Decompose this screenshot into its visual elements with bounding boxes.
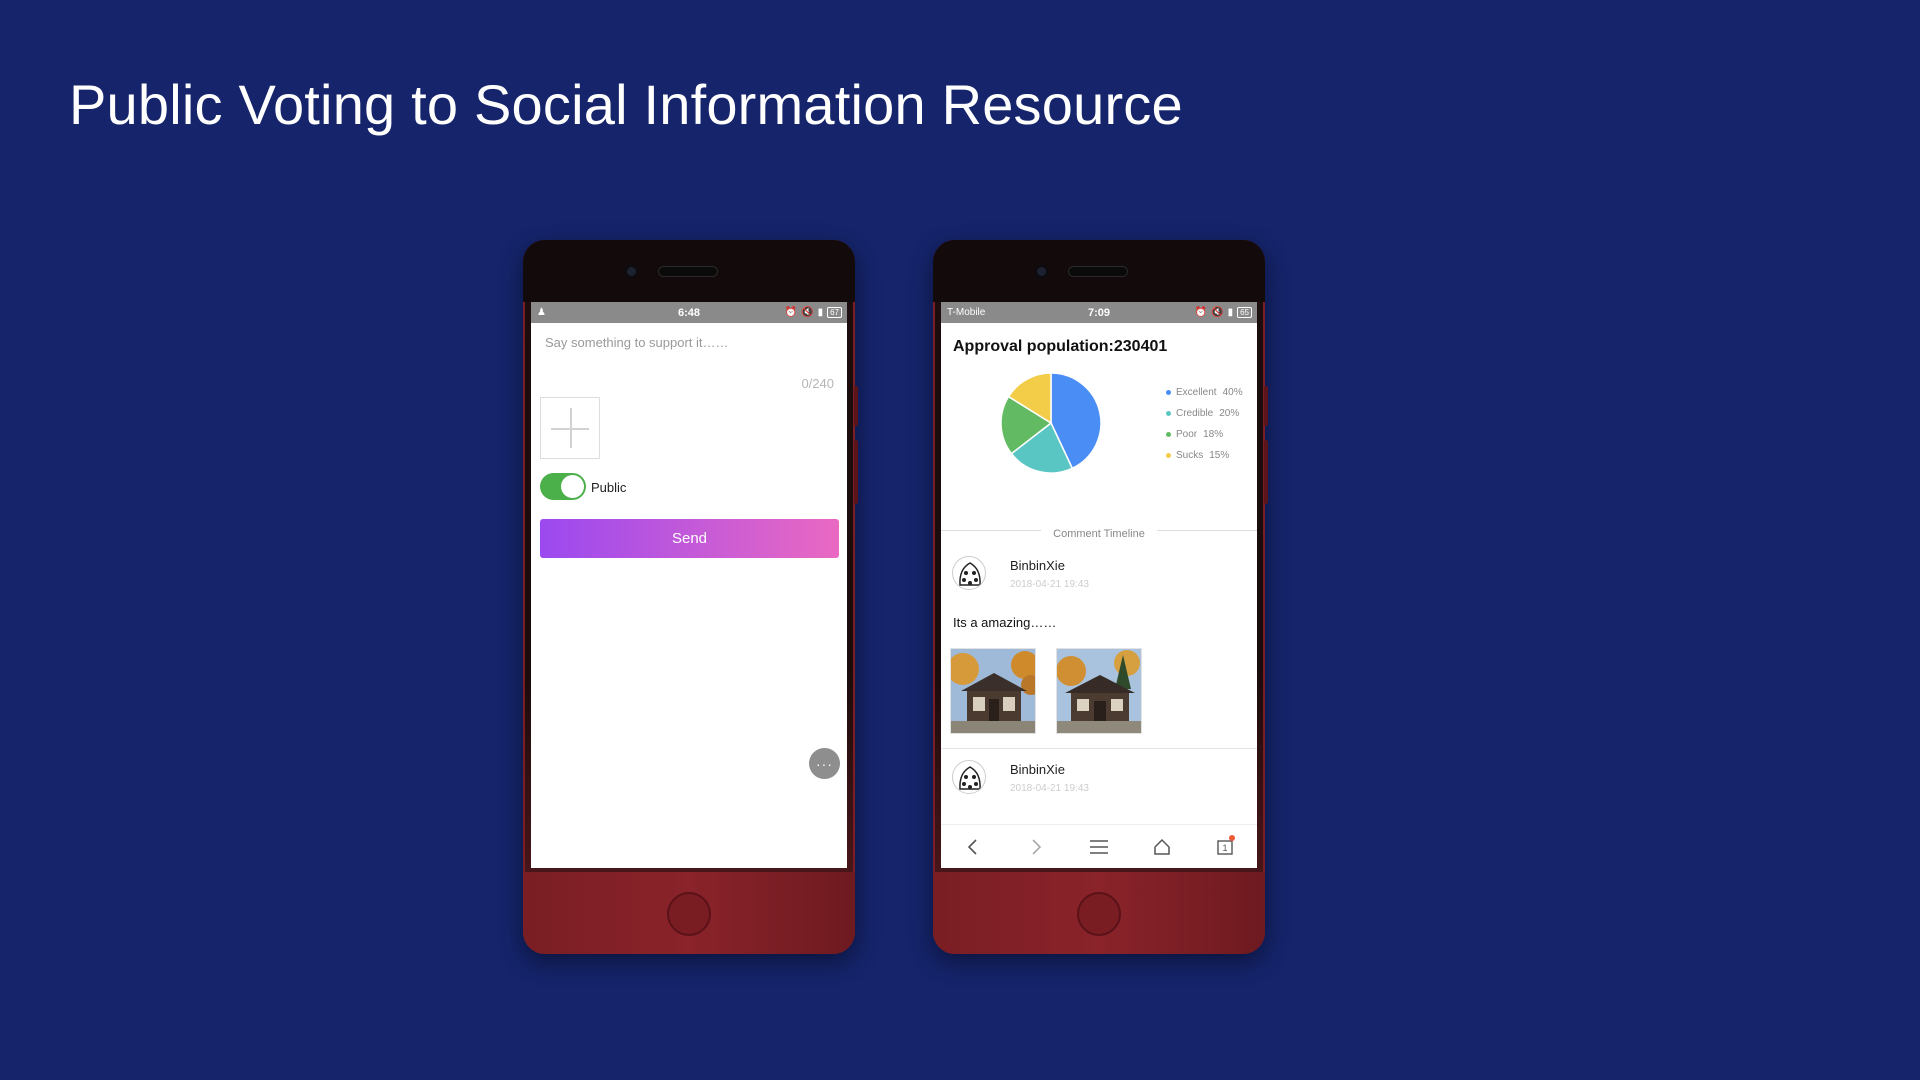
alarm-icon: ⏰ (1194, 307, 1208, 318)
timeline-label-text: Comment Timeline (1041, 528, 1157, 540)
signal-icon: ▮ (817, 307, 824, 318)
legend-label: Excellent (1176, 387, 1217, 398)
legend-dot (1166, 411, 1171, 416)
top-bezel (933, 240, 1265, 302)
comment-photo[interactable] (1056, 648, 1142, 734)
legend-item-excellent: Excellent 40% (1166, 382, 1243, 403)
phone-right: T-Mobile 7:09 ⏰ 🔇 ▮ 65 Approval populati… (933, 240, 1268, 954)
avatar-icon (959, 562, 981, 586)
home-hardware-button[interactable] (1077, 892, 1121, 936)
toggle-knob (561, 475, 584, 498)
legend-dot (1166, 453, 1171, 458)
add-photo-button[interactable] (540, 397, 600, 459)
status-icons: ⏰ 🔇 ▮ 65 (1195, 307, 1252, 318)
legend-label: Poor (1176, 429, 1198, 440)
front-camera (1037, 267, 1046, 276)
temple-photo (1057, 649, 1141, 733)
public-toggle[interactable] (540, 473, 586, 500)
power-button (1264, 440, 1268, 504)
back-icon (967, 838, 977, 855)
forward-button[interactable] (1020, 831, 1052, 863)
battery-icon: 67 (827, 307, 842, 318)
bottom-bezel (933, 872, 1265, 954)
legend-item-sucks: Sucks 15% (1166, 445, 1243, 466)
screen-compose: ♟ 6:48 ⏰ 🔇 ▮ 67 Say something to support… (531, 302, 847, 868)
volume-button (1264, 386, 1268, 426)
menu-button[interactable] (1083, 831, 1115, 863)
comment-text: Its a amazing…… (953, 615, 1057, 630)
mute-icon: 🔇 (1211, 307, 1224, 318)
status-icons: ⏰ 🔇 ▮ 67 (785, 307, 842, 318)
more-options-button[interactable]: ··· (809, 748, 840, 779)
pie-chart (999, 371, 1103, 475)
legend-label: Sucks (1176, 450, 1204, 461)
legend-item-credible: Credible 20% (1166, 403, 1243, 424)
legend-percent: 20% (1219, 408, 1240, 419)
signal-icon: ▮ (1227, 307, 1234, 318)
mute-icon: 🔇 (801, 307, 814, 318)
char-counter: 0/240 (801, 376, 834, 391)
phone-left: ♟ 6:48 ⏰ 🔇 ▮ 67 Say something to support… (523, 240, 858, 954)
back-button[interactable] (957, 831, 989, 863)
comment-username[interactable]: BinbinXie (1010, 558, 1065, 573)
legend-label: Credible (1176, 408, 1214, 419)
support-text-input[interactable]: Say something to support it…… (545, 335, 729, 350)
earpiece-speaker (1069, 267, 1127, 276)
alarm-icon: ⏰ (784, 307, 798, 318)
legend-percent: 18% (1203, 429, 1224, 440)
chart-legend: Excellent 40% Credible 20% Poor 18% Sucks 15% (1166, 382, 1243, 466)
top-bezel (523, 240, 855, 302)
avatar[interactable] (952, 760, 986, 794)
avatar-icon (959, 766, 981, 790)
home-button[interactable] (1146, 831, 1178, 863)
forward-icon (1032, 838, 1041, 855)
notification-dot (1229, 834, 1236, 841)
volume-button (854, 386, 858, 426)
plus-icon-vertical (570, 408, 572, 448)
front-camera (627, 267, 636, 276)
comment-timestamp: 2018-04-21 19:43 (1010, 783, 1089, 794)
approval-population-title: Approval population:230401 (953, 338, 1168, 355)
comment-username[interactable]: BinbinXie (1010, 762, 1065, 777)
battery-icon: 65 (1237, 307, 1252, 318)
bottom-bezel (523, 872, 855, 954)
tab-count: 1 (1223, 843, 1228, 853)
legend-percent: 15% (1209, 450, 1230, 461)
earpiece-speaker (659, 267, 717, 276)
legend-dot (1166, 390, 1171, 395)
home-hardware-button[interactable] (667, 892, 711, 936)
legend-item-poor: Poor 18% (1166, 424, 1243, 445)
comment-photo[interactable] (950, 648, 1036, 734)
slide-title: Public Voting to Social Information Reso… (69, 73, 1183, 136)
legend-dot (1166, 432, 1171, 437)
browser-nav-bar: 1 (941, 824, 1257, 868)
send-button[interactable]: Send (540, 519, 839, 558)
tabs-button[interactable]: 1 (1209, 831, 1241, 863)
comment-divider (941, 748, 1257, 749)
status-bar: T-Mobile 7:09 ⏰ 🔇 ▮ 65 (941, 302, 1257, 323)
power-button (854, 440, 858, 504)
avatar[interactable] (952, 556, 986, 590)
comment-timestamp: 2018-04-21 19:43 (1010, 579, 1089, 590)
timeline-label: Comment Timeline (941, 524, 1257, 542)
status-bar: ♟ 6:48 ⏰ 🔇 ▮ 67 (531, 302, 847, 323)
home-icon (1154, 838, 1170, 855)
pie-chart-svg (1000, 372, 1102, 474)
menu-icon (1089, 839, 1108, 854)
legend-percent: 40% (1222, 387, 1243, 398)
screen-results: T-Mobile 7:09 ⏰ 🔇 ▮ 65 Approval populati… (941, 302, 1257, 868)
public-label: Public (591, 480, 627, 495)
temple-photo (951, 649, 1035, 733)
